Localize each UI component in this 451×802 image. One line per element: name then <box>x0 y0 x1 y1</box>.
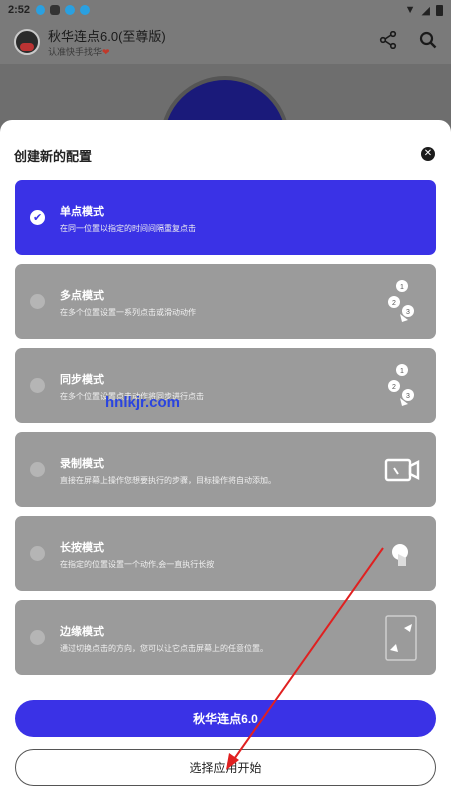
notification-icon <box>50 5 61 15</box>
mode-card-long-press[interactable]: 长按模式 在指定的位置设置一个动作,会一直执行长按 <box>15 516 436 591</box>
long-press-icon <box>392 544 408 566</box>
svg-text:3: 3 <box>406 393 410 400</box>
svg-text:2: 2 <box>392 300 396 307</box>
close-icon[interactable]: ✕ <box>421 147 435 161</box>
svg-text:1: 1 <box>400 368 404 375</box>
watermark: hnlkjr.com <box>105 394 181 411</box>
radio-unselected[interactable] <box>30 462 45 477</box>
mode-card-record[interactable]: 录制模式 直接在屏幕上操作您想要执行的步骤，目标操作将自动添加。 <box>15 432 436 507</box>
download-icon <box>80 5 91 15</box>
mode-title: 录制模式 <box>60 458 104 470</box>
svg-text:1: 1 <box>400 284 404 291</box>
check-icon: ✔ <box>33 212 43 224</box>
mode-desc: 通过切换点击的方向，您可以让它点击屏幕上的任意位置。 <box>60 644 268 653</box>
multi-tap-icon: 1 2 3 <box>388 280 414 322</box>
record-icon <box>384 458 420 482</box>
notification-icon <box>36 5 46 15</box>
mode-card-sync[interactable]: 同步模式 在多个位置设置点击动作将同步进行点击 1 2 3 <box>15 348 436 423</box>
mode-card-single[interactable]: ✔ 单点模式 在同一位置以指定的时间间隔重复点击 <box>15 180 436 255</box>
download-icon <box>65 5 76 15</box>
sheet-title: 创建新的配置 <box>14 149 93 164</box>
avatar[interactable] <box>14 29 40 55</box>
radio-unselected[interactable] <box>30 378 45 393</box>
mode-desc: 在同一位置以指定的时间间隔重复点击 <box>60 224 196 233</box>
mode-title: 长按模式 <box>60 542 104 554</box>
start-app-button[interactable]: 秋华连点6.0 <box>15 700 436 737</box>
status-time: 2:52 <box>8 4 31 16</box>
svg-text:3: 3 <box>406 309 410 316</box>
select-app-button[interactable]: 选择应用开始 <box>15 749 436 786</box>
battery-icon <box>436 4 443 16</box>
edge-icon <box>385 615 417 661</box>
sync-tap-icon: 1 2 3 <box>388 364 414 406</box>
share-icon[interactable] <box>379 30 397 54</box>
status-bar: 2:52 ▼ ◢ <box>0 0 451 20</box>
svg-text:2: 2 <box>392 384 396 391</box>
search-icon[interactable] <box>419 31 437 54</box>
mode-desc: 在多个位置设置一系列点击或滑动动作 <box>60 308 196 317</box>
mode-card-multi[interactable]: 多点模式 在多个位置设置一系列点击或滑动动作 1 2 3 <box>15 264 436 339</box>
radio-unselected[interactable] <box>30 630 45 645</box>
mode-title: 多点模式 <box>60 290 104 302</box>
mode-title: 同步模式 <box>60 374 104 386</box>
app-title: 秋华连点6.0(至尊版) <box>48 29 166 44</box>
app-bar: 秋华连点6.0(至尊版) 认准快手找华❤ <box>0 20 451 64</box>
mode-title: 边缘模式 <box>60 626 104 638</box>
signal-icon: ◢ <box>421 4 430 17</box>
radio-unselected[interactable] <box>30 546 45 561</box>
app-subtitle: 认准快手找华❤ <box>48 47 110 57</box>
mode-card-edge[interactable]: 边缘模式 通过切换点击的方向，您可以让它点击屏幕上的任意位置。 <box>15 600 436 675</box>
mode-desc: 在指定的位置设置一个动作,会一直执行长按 <box>60 560 215 569</box>
mode-title: 单点模式 <box>60 206 104 218</box>
mode-desc: 直接在屏幕上操作您想要执行的步骤，目标操作将自动添加。 <box>60 476 276 485</box>
wifi-icon: ▼ <box>404 4 416 16</box>
radio-selected[interactable]: ✔ <box>30 210 45 225</box>
heart-icon: ❤ <box>102 47 110 57</box>
radio-unselected[interactable] <box>30 294 45 309</box>
